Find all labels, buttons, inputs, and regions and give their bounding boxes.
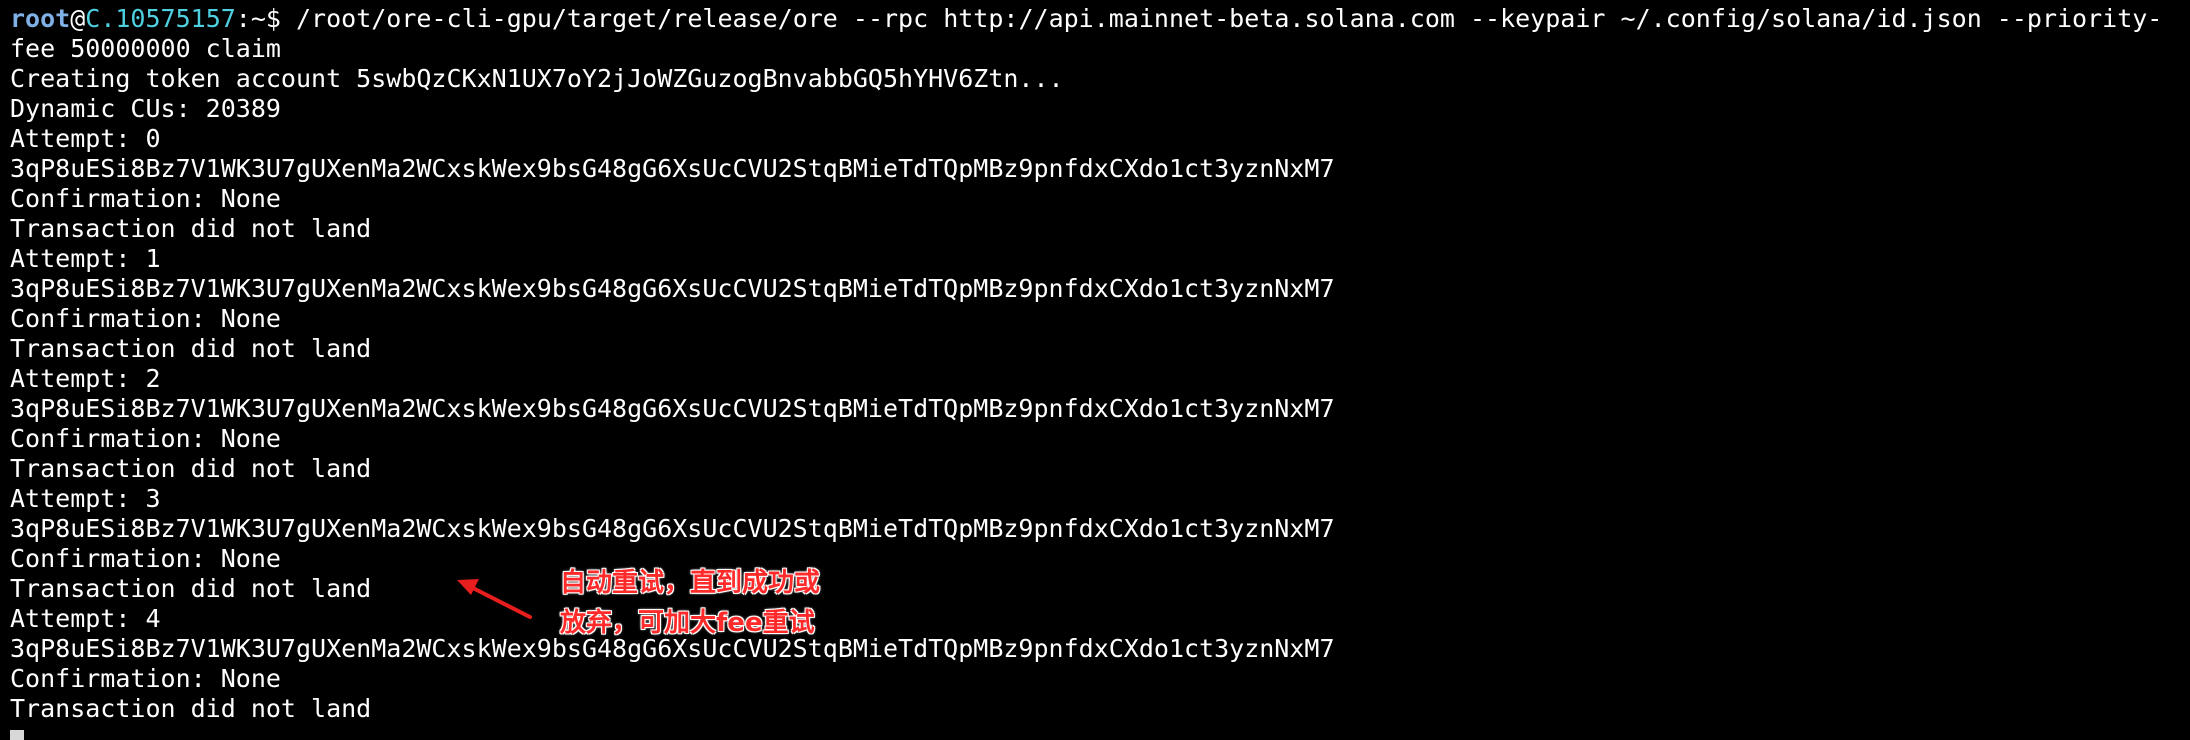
output-line: Creating token account 5swbQzCKxN1UX7oY2… bbox=[10, 64, 1064, 93]
output-line: Confirmation: None bbox=[10, 664, 281, 693]
output-line: Confirmation: None bbox=[10, 544, 281, 573]
output-line: Attempt: 4 bbox=[10, 604, 161, 633]
command-line: root@C.10575157:~$ /root/ore-cli-gpu/tar… bbox=[10, 4, 2180, 34]
prompt-host: C.10575157 bbox=[85, 4, 236, 33]
prompt-user: root bbox=[10, 4, 71, 33]
output-line: 3qP8uESi8Bz7V1WK3U7gUXenMa2WCxskWex9bsG4… bbox=[10, 634, 1335, 663]
command-text: /root/ore-cli-gpu/target/release/ore --r… bbox=[280, 4, 2163, 33]
output-line: Transaction did not land bbox=[10, 214, 372, 243]
output-line: Transaction did not land bbox=[10, 334, 372, 363]
block-cursor bbox=[10, 730, 24, 740]
annotation-line-1: 自动重试，直到成功或 bbox=[560, 568, 821, 598]
output-line: 3qP8uESi8Bz7V1WK3U7gUXenMa2WCxskWex9bsG4… bbox=[10, 274, 1335, 303]
output-line: Attempt: 0 bbox=[10, 124, 161, 153]
output-line: Transaction did not land bbox=[10, 574, 372, 603]
output-line: 3qP8uESi8Bz7V1WK3U7gUXenMa2WCxskWex9bsG4… bbox=[10, 514, 1335, 543]
output-line: Dynamic CUs: 20389 bbox=[10, 94, 281, 123]
arrow-icon bbox=[457, 579, 532, 619]
terminal-window[interactable]: root@C.10575157:~$ /root/ore-cli-gpu/tar… bbox=[0, 0, 2190, 740]
output-line: Transaction did not land bbox=[10, 454, 372, 483]
output-line: Confirmation: None bbox=[10, 424, 281, 453]
prompt-at: @ bbox=[70, 4, 86, 33]
output-line: fee 50000000 claim bbox=[10, 34, 281, 63]
output-line: 3qP8uESi8Bz7V1WK3U7gUXenMa2WCxskWex9bsG4… bbox=[10, 394, 1335, 423]
annotation-line-2: 放弃，可加大fee重试 bbox=[560, 608, 815, 638]
terminal-output: root@C.10575157:~$ /root/ore-cli-gpu/tar… bbox=[10, 4, 2180, 724]
annotation-note: 自动重试，直到成功或 放弃，可加大fee重试 bbox=[560, 563, 890, 643]
output-line: Confirmation: None bbox=[10, 184, 281, 213]
output-line: Attempt: 1 bbox=[10, 244, 161, 273]
output-line: Transaction did not land bbox=[10, 694, 372, 723]
output-line: Confirmation: None bbox=[10, 304, 281, 333]
output-line: Attempt: 3 bbox=[10, 484, 161, 513]
output-line: 3qP8uESi8Bz7V1WK3U7gUXenMa2WCxskWex9bsG4… bbox=[10, 154, 1335, 183]
output-line: Attempt: 2 bbox=[10, 364, 161, 393]
prompt-path: :~$ bbox=[235, 4, 281, 33]
